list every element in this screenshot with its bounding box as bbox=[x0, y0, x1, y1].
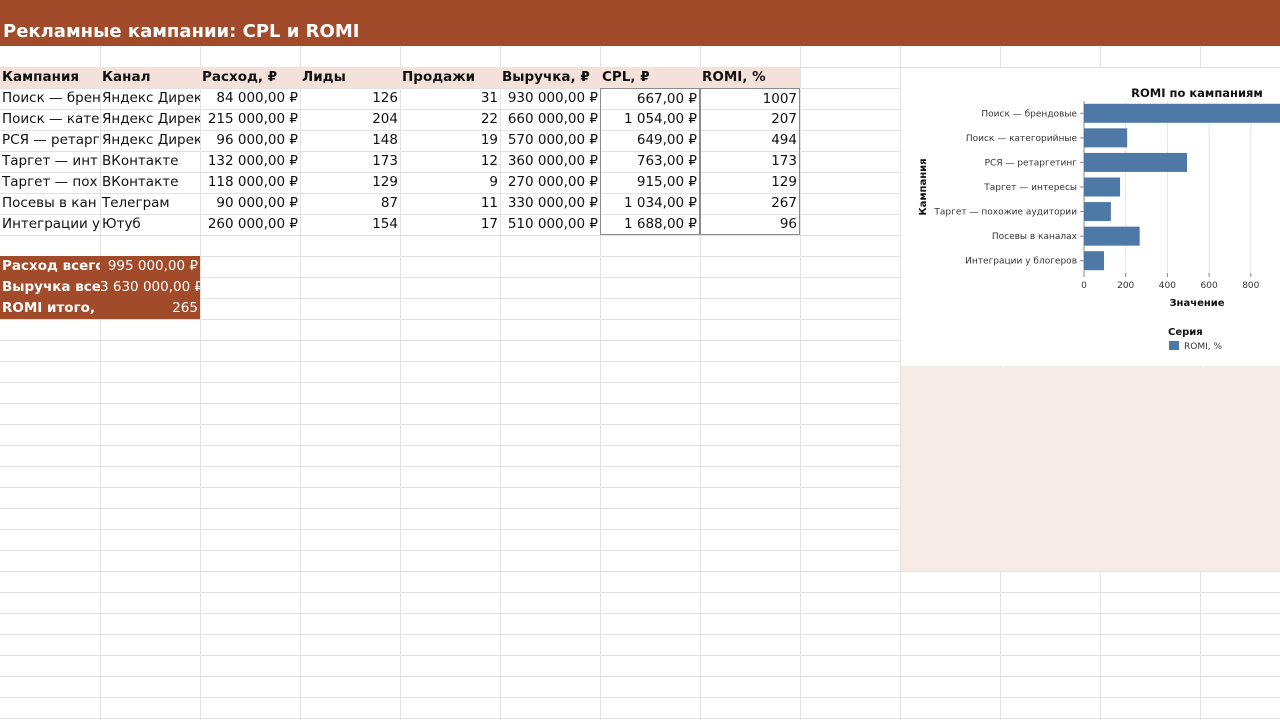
table-cell[interactable]: 930 000,00 ₽ bbox=[500, 88, 600, 109]
category-label: Интеграции у блогеров bbox=[965, 257, 1077, 267]
table-cell[interactable]: 1 054,00 ₽ bbox=[600, 109, 700, 130]
table-cell[interactable]: 330 000,00 ₽ bbox=[500, 193, 600, 214]
category-label: РСЯ — ретаргетинг bbox=[985, 158, 1078, 168]
table-cell[interactable]: 9 bbox=[400, 172, 500, 193]
bar[interactable] bbox=[1084, 128, 1128, 148]
table-cell[interactable]: 96 bbox=[700, 214, 800, 235]
table-cell[interactable]: 649,00 ₽ bbox=[600, 130, 700, 151]
column-header[interactable]: CPL, ₽ bbox=[600, 67, 700, 88]
table-cell[interactable]: 215 000,00 ₽ bbox=[200, 109, 300, 130]
table-cell[interactable]: 19 bbox=[400, 130, 500, 151]
table-cell[interactable]: 260 000,00 ₽ bbox=[200, 214, 300, 235]
legend-title: Серия bbox=[1168, 327, 1203, 338]
summary-label[interactable]: Расход всего bbox=[0, 256, 100, 277]
table-cell[interactable]: 87 bbox=[300, 193, 400, 214]
table-cell[interactable]: 510 000,00 ₽ bbox=[500, 214, 600, 235]
table-cell[interactable]: Яндекс Дирек bbox=[100, 130, 200, 151]
table-cell[interactable]: 96 000,00 ₽ bbox=[200, 130, 300, 151]
table-cell[interactable]: Поиск — кате bbox=[0, 109, 100, 130]
table-cell[interactable]: 132 000,00 ₽ bbox=[200, 151, 300, 172]
category-label: Таргет — похожие аудитории bbox=[933, 208, 1077, 218]
column-header[interactable]: Выручка, ₽ bbox=[500, 67, 600, 88]
summary-label[interactable]: ROMI итого, bbox=[0, 298, 100, 319]
x-tick-label: 400 bbox=[1159, 281, 1176, 291]
table-cell[interactable]: Таргет — инт bbox=[0, 151, 100, 172]
category-label: Поиск — категорийные bbox=[966, 134, 1078, 144]
summary-value[interactable]: 995 000,00 ₽ bbox=[100, 256, 200, 277]
sheet-title: Рекламные кампании: CPL и ROMI bbox=[3, 21, 360, 42]
category-label: Таргет — интересы bbox=[983, 183, 1077, 193]
table-cell[interactable]: 915,00 ₽ bbox=[600, 172, 700, 193]
bar[interactable] bbox=[1084, 202, 1111, 222]
table-cell[interactable]: 148 bbox=[300, 130, 400, 151]
table-cell[interactable]: Ютуб bbox=[100, 214, 200, 235]
x-tick-label: 200 bbox=[1117, 281, 1134, 291]
table-cell[interactable]: 12 bbox=[400, 151, 500, 172]
table-cell[interactable]: 1 688,00 ₽ bbox=[600, 214, 700, 235]
table-cell[interactable]: 570 000,00 ₽ bbox=[500, 130, 600, 151]
column-header[interactable]: ROMI, % bbox=[700, 67, 800, 88]
category-label: Посевы в каналах bbox=[992, 232, 1078, 242]
x-tick-label: 800 bbox=[1242, 281, 1259, 291]
bar[interactable] bbox=[1084, 226, 1140, 246]
table-cell[interactable]: РСЯ — ретарг bbox=[0, 130, 100, 151]
table-cell[interactable]: 204 bbox=[300, 109, 400, 130]
table-cell[interactable]: 11 bbox=[400, 193, 500, 214]
table-cell[interactable]: 129 bbox=[700, 172, 800, 193]
table-cell[interactable]: 1 034,00 ₽ bbox=[600, 193, 700, 214]
summary-label[interactable]: Выручка все bbox=[0, 277, 100, 298]
bar[interactable] bbox=[1084, 251, 1105, 271]
bar[interactable] bbox=[1084, 103, 1280, 123]
table-cell[interactable]: 207 bbox=[700, 109, 800, 130]
table-cell[interactable]: 360 000,00 ₽ bbox=[500, 151, 600, 172]
column-header[interactable]: Кампания bbox=[0, 67, 100, 88]
table-cell[interactable]: 173 bbox=[700, 151, 800, 172]
table-cell[interactable]: Посевы в кан bbox=[0, 193, 100, 214]
column-header[interactable]: Лиды bbox=[300, 67, 400, 88]
table-cell[interactable]: 667,00 ₽ bbox=[600, 88, 700, 109]
column-header[interactable]: Продажи bbox=[400, 67, 500, 88]
table-cell[interactable]: Таргет — пох bbox=[0, 172, 100, 193]
table-cell[interactable]: Телеграм bbox=[100, 193, 200, 214]
x-tick-label: 0 bbox=[1081, 281, 1087, 291]
y-axis-title: Кампания bbox=[918, 158, 929, 215]
table-cell[interactable]: 126 bbox=[300, 88, 400, 109]
bar[interactable] bbox=[1084, 152, 1188, 172]
table-cell[interactable]: 118 000,00 ₽ bbox=[200, 172, 300, 193]
summary-value[interactable]: 3 630 000,00 ₽ bbox=[100, 277, 200, 298]
summary-value[interactable]: 265 bbox=[100, 298, 200, 319]
table-cell[interactable]: 22 bbox=[400, 109, 500, 130]
table-cell[interactable]: Интеграции у bbox=[0, 214, 100, 235]
table-cell[interactable]: 173 bbox=[300, 151, 400, 172]
table-cell[interactable]: 494 bbox=[700, 130, 800, 151]
table-cell[interactable]: 1007 bbox=[700, 88, 800, 109]
legend-label[interactable]: ROMI, % bbox=[1184, 342, 1222, 352]
legend-swatch[interactable] bbox=[1169, 341, 1179, 350]
bar[interactable] bbox=[1084, 177, 1121, 197]
table-cell[interactable]: ВКонтакте bbox=[100, 151, 200, 172]
table-cell[interactable]: Яндекс Дирек bbox=[100, 88, 200, 109]
table-cell[interactable]: Поиск — брен bbox=[0, 88, 100, 109]
shaded-cell-range bbox=[901, 366, 1280, 571]
table-cell[interactable]: 154 bbox=[300, 214, 400, 235]
column-header[interactable]: Канал bbox=[100, 67, 200, 88]
table-cell[interactable]: 763,00 ₽ bbox=[600, 151, 700, 172]
column-header[interactable]: Расход, ₽ bbox=[200, 67, 300, 88]
table-cell[interactable]: ВКонтакте bbox=[100, 172, 200, 193]
x-axis-title: Значение bbox=[1169, 298, 1224, 309]
table-cell[interactable]: 84 000,00 ₽ bbox=[200, 88, 300, 109]
table-cell[interactable]: 267 bbox=[700, 193, 800, 214]
table-cell[interactable]: 17 bbox=[400, 214, 500, 235]
chart-title: ROMI по кампаниям bbox=[1131, 86, 1263, 100]
table-cell[interactable]: 660 000,00 ₽ bbox=[500, 109, 600, 130]
x-tick-label: 600 bbox=[1201, 281, 1218, 291]
table-cell[interactable]: 270 000,00 ₽ bbox=[500, 172, 600, 193]
category-label: Поиск — брендовые bbox=[981, 109, 1077, 119]
table-cell[interactable]: 90 000,00 ₽ bbox=[200, 193, 300, 214]
table-cell[interactable]: 129 bbox=[300, 172, 400, 193]
table-cell[interactable]: 31 bbox=[400, 88, 500, 109]
table-cell[interactable]: Яндекс Дирек bbox=[100, 109, 200, 130]
romi-bar-chart[interactable]: 0 200 400 600 800 Поиск — брендовые Поиск — ка… bbox=[901, 68, 1280, 365]
